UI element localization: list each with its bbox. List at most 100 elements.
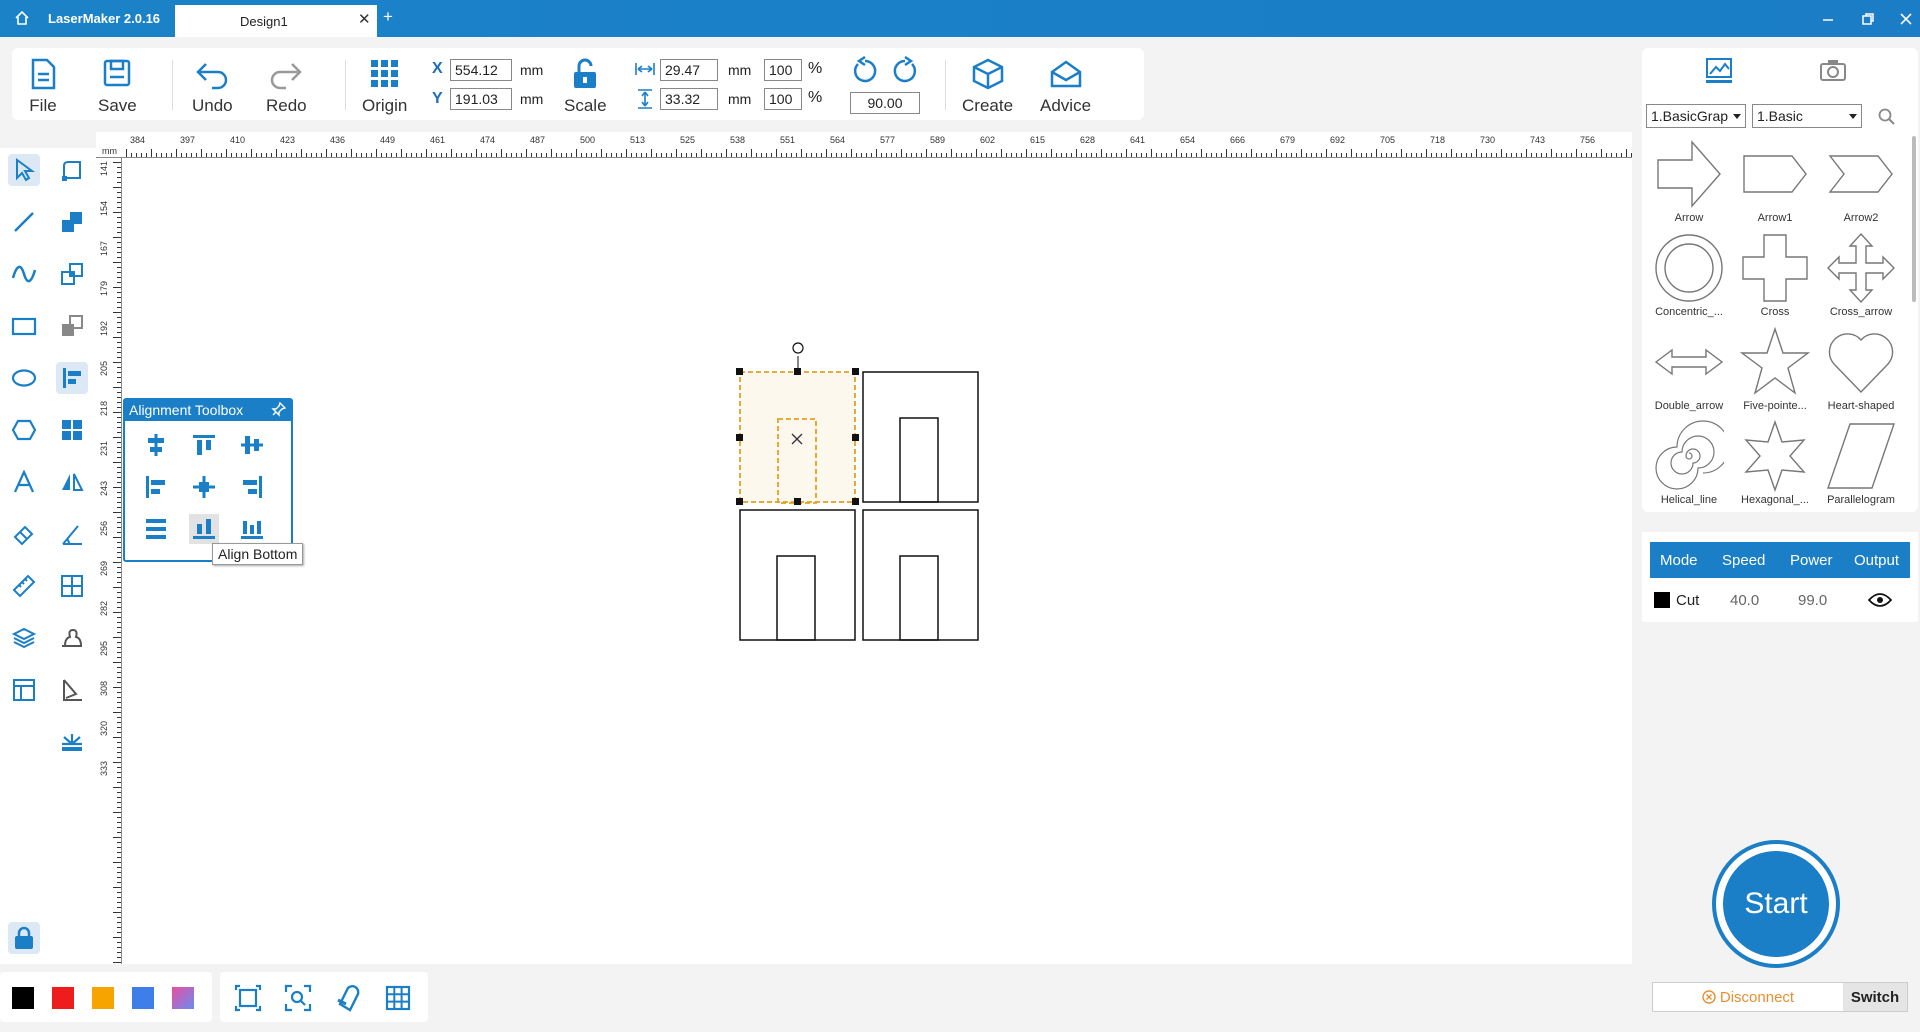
align-center-button[interactable]: [189, 472, 219, 502]
x-position-field[interactable]: [450, 59, 512, 81]
ai-tool[interactable]: [56, 726, 88, 758]
subcategory-dropdown[interactable]: 1.Basic: [1752, 104, 1862, 128]
rotate-handle-icon[interactable]: [792, 342, 804, 354]
restore-icon[interactable]: [1862, 13, 1874, 25]
color-swatch-pink[interactable]: [172, 987, 194, 1009]
line-tool[interactable]: [8, 206, 40, 238]
shape-item[interactable]: Heart-shaped: [1818, 326, 1904, 412]
shape-frame-bottom-left[interactable]: [739, 509, 856, 641]
shape-item[interactable]: Arrow2: [1818, 138, 1904, 224]
distribute-horizontal-button[interactable]: [237, 514, 267, 544]
layer-color-swatch[interactable]: [1654, 592, 1670, 608]
distribute-vertical-button[interactable]: [141, 514, 171, 544]
eraser-tool[interactable]: [8, 518, 40, 550]
tab-design1[interactable]: Design1 ✕: [175, 5, 377, 37]
combine-tool[interactable]: [56, 206, 88, 238]
graphics-tab-icon[interactable]: [1704, 56, 1734, 84]
search-icon[interactable]: [1878, 108, 1896, 126]
align-horizontal-center-button[interactable]: [141, 430, 171, 460]
fit-tool[interactable]: [56, 570, 88, 602]
color-swatch-black[interactable]: [12, 987, 34, 1009]
polygon-tool[interactable]: [8, 414, 40, 446]
text-tool[interactable]: [8, 466, 40, 498]
shape-door-top-right[interactable]: [899, 417, 939, 503]
rotate-right-icon[interactable]: [890, 56, 920, 86]
magnet-icon[interactable]: [334, 984, 362, 1012]
measure-tool[interactable]: [56, 518, 88, 550]
rotation-field[interactable]: [850, 92, 920, 114]
shape-item[interactable]: Helical_line: [1646, 420, 1732, 506]
shape-item[interactable]: Cross_arrow: [1818, 232, 1904, 318]
align-vertical-center-button[interactable]: [237, 430, 267, 460]
align-top-button[interactable]: [189, 430, 219, 460]
grid-toggle-icon[interactable]: [384, 984, 412, 1012]
mirror-tool[interactable]: [56, 466, 88, 498]
height-percent-field[interactable]: [764, 88, 802, 110]
shape-item[interactable]: Concentric_...: [1646, 232, 1732, 318]
design-canvas[interactable]: [122, 158, 1632, 964]
minimize-icon[interactable]: [1822, 14, 1834, 24]
align-left-button[interactable]: [141, 472, 171, 502]
pen-tool[interactable]: [56, 674, 88, 706]
close-tab-icon[interactable]: ✕: [358, 10, 371, 28]
home-icon[interactable]: [14, 11, 30, 25]
pin-icon[interactable]: [270, 402, 286, 418]
align-tool[interactable]: [56, 362, 88, 394]
redo-button[interactable]: Redo: [266, 58, 307, 116]
curve-tool[interactable]: [8, 258, 40, 290]
file-button[interactable]: File: [28, 58, 58, 116]
color-swatch-red[interactable]: [52, 987, 74, 1009]
alignment-toolbox-header[interactable]: Alignment Toolbox: [125, 400, 291, 421]
layer-row[interactable]: Cut 40.0 99.0: [1650, 582, 1910, 618]
shape-item[interactable]: Cross: [1732, 232, 1818, 318]
color-swatch-blue[interactable]: [132, 987, 154, 1009]
fit-view-icon[interactable]: [234, 984, 262, 1012]
shape-frame-bottom-right[interactable]: [862, 509, 979, 641]
library-scrollbar[interactable]: [1912, 136, 1916, 302]
align-right-button[interactable]: [237, 472, 267, 502]
y-position-field[interactable]: [450, 88, 512, 110]
layout-tool[interactable]: [8, 674, 40, 706]
origin-button[interactable]: Origin: [362, 58, 407, 116]
ellipse-tool[interactable]: [8, 362, 40, 394]
camera-tab-icon[interactable]: [1818, 58, 1848, 82]
shape-item[interactable]: Hexagonal_...: [1732, 420, 1818, 506]
close-window-icon[interactable]: [1900, 13, 1912, 25]
switch-button[interactable]: Switch: [1843, 983, 1907, 1011]
align-bottom-button[interactable]: [189, 514, 219, 544]
layers-tool[interactable]: [8, 622, 40, 654]
start-button[interactable]: Start: [1712, 840, 1840, 968]
shape-item[interactable]: Arrow: [1646, 138, 1732, 224]
color-swatch-orange[interactable]: [92, 987, 114, 1009]
zoom-selection-icon[interactable]: [284, 984, 312, 1012]
add-tab-button[interactable]: +: [383, 7, 393, 27]
category-dropdown[interactable]: 1.BasicGrap: [1646, 104, 1746, 128]
subtract-tool[interactable]: [56, 310, 88, 342]
scale-lock-button[interactable]: Scale: [564, 58, 607, 116]
sketch-tool[interactable]: [56, 622, 88, 654]
shape-item[interactable]: Double_arrow: [1646, 326, 1732, 412]
width-field[interactable]: [660, 59, 718, 81]
grid-array-tool[interactable]: [56, 414, 88, 446]
shape-frame-top-right[interactable]: [862, 371, 979, 503]
select-tool[interactable]: [8, 154, 40, 186]
shape-door-bottom-right[interactable]: [899, 555, 939, 641]
create-button[interactable]: Create: [962, 58, 1013, 116]
shape-item[interactable]: Five-pointe...: [1732, 326, 1818, 412]
rectangle-tool[interactable]: [8, 310, 40, 342]
rotate-left-icon[interactable]: [850, 56, 880, 86]
disconnect-button[interactable]: Disconnect: [1653, 983, 1843, 1011]
height-field[interactable]: [660, 88, 718, 110]
width-percent-field[interactable]: [764, 59, 802, 81]
eye-icon[interactable]: [1868, 592, 1892, 608]
node-edit-tool[interactable]: [56, 154, 88, 186]
save-button[interactable]: Save: [98, 58, 137, 116]
shape-item[interactable]: Arrow1: [1732, 138, 1818, 224]
layer-power[interactable]: 99.0: [1798, 592, 1827, 609]
shape-door-bottom-left[interactable]: [776, 555, 816, 641]
shape-item[interactable]: Parallelogram: [1818, 420, 1904, 506]
lock-tool[interactable]: [8, 922, 40, 954]
undo-button[interactable]: Undo: [192, 58, 233, 116]
advice-button[interactable]: Advice: [1040, 58, 1091, 116]
selection-box[interactable]: [736, 342, 859, 505]
